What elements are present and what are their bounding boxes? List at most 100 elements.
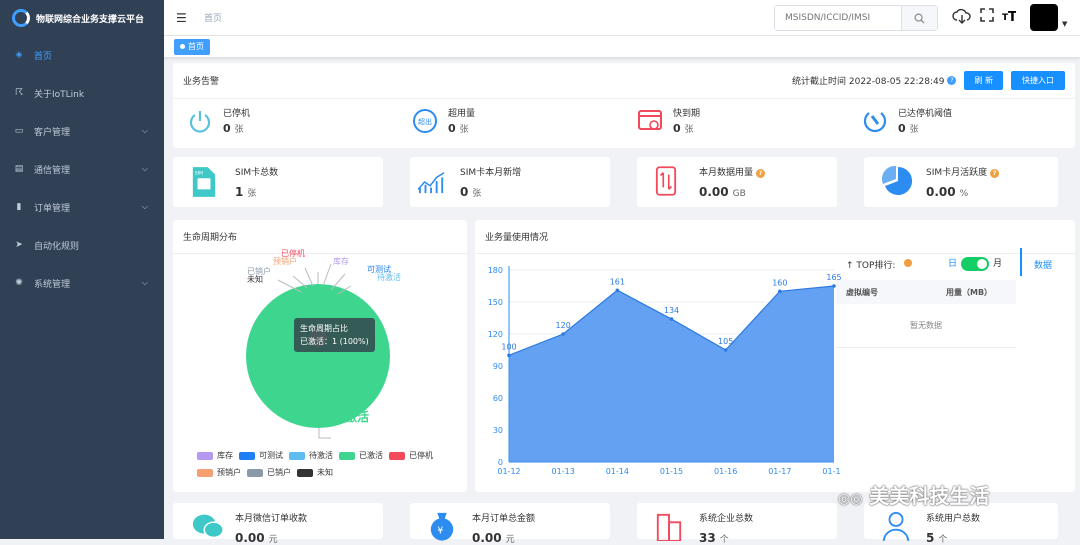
- alert-stat-3[interactable]: 已达停机阈值 0 张: [852, 100, 1071, 142]
- tags-view: 首页: [164, 36, 1080, 58]
- col-usage-mb: 用量（MB）: [946, 287, 993, 297]
- day-month-toggle[interactable]: [961, 256, 990, 271]
- stat-value: 1张: [235, 185, 257, 199]
- stat-label: 快到期: [673, 109, 701, 119]
- data-point[interactable]: [615, 288, 620, 293]
- sim-stat-2[interactable]: 本月数据用量? 0.00 GB: [637, 157, 837, 207]
- legend-item-2[interactable]: 待激活: [289, 450, 333, 461]
- stat-label: 已停机: [223, 109, 251, 119]
- x-tick-label: 01-16: [714, 467, 737, 476]
- sidebar-item-6[interactable]: ✺ 系统管理 ⌵: [0, 264, 164, 302]
- x-tick-label: 01-15: [660, 467, 683, 476]
- data-point[interactable]: [507, 353, 511, 358]
- y-tick-label: 120: [488, 330, 503, 339]
- data-point[interactable]: [669, 317, 674, 321]
- hamburger-icon[interactable]: ☰: [176, 11, 188, 25]
- search-icon: [914, 13, 925, 24]
- data-usage-icon: [655, 165, 689, 199]
- y-tick-label: 180: [488, 266, 503, 275]
- legend-item-0[interactable]: 库存: [197, 450, 233, 461]
- alert-title: 业务告警: [183, 77, 220, 87]
- alert-stat-2[interactable]: 快到期 0 张: [627, 100, 846, 142]
- cloud-download-icon[interactable]: [952, 8, 972, 24]
- legend-item-3[interactable]: 已激活: [339, 450, 383, 461]
- summary-stat-1[interactable]: ¥ 本月订单总金额 0.00 元: [410, 503, 610, 545]
- font-size-icon[interactable]: TT: [1002, 8, 1016, 22]
- legend-label: 未知: [317, 468, 333, 477]
- caret-down-icon[interactable]: ▼: [1062, 20, 1067, 28]
- lifecycle-card: 生命周期分布 已停机 预销户 库存 已销户 可测试 未知 待激活 生命周期占比 已激活：1 …: [173, 220, 467, 492]
- help-icon[interactable]: ?: [947, 76, 957, 85]
- tooltip-title: 生命周期占比: [300, 324, 348, 333]
- top-help-icon[interactable]: [904, 259, 912, 267]
- svg-text:SIM: SIM: [195, 171, 203, 177]
- stat-value: 0.00 元: [472, 531, 515, 545]
- summary-stat-0[interactable]: 本月微信订单收款 0.00 元: [173, 503, 383, 545]
- watermark-text: 美美科技生活: [869, 484, 990, 508]
- power-icon: [187, 108, 213, 134]
- search-button[interactable]: [901, 6, 937, 30]
- usage-title: 业务量使用情况: [475, 220, 1075, 254]
- stat-value: 5个: [926, 531, 948, 545]
- legend-swatch: [339, 451, 355, 460]
- sim-card-icon: SIM: [191, 165, 225, 199]
- sim-stat-1[interactable]: SIM卡本月新增 0 张: [410, 157, 610, 207]
- search-input[interactable]: [775, 6, 901, 30]
- tooltip-value: 已激活：1 (100%): [300, 337, 369, 346]
- gauge-icon: [862, 108, 888, 134]
- data-point[interactable]: [723, 348, 728, 352]
- stat-value: 0.00%: [926, 185, 969, 199]
- money-bag-icon: ¥: [428, 511, 462, 545]
- month-label[interactable]: 月: [993, 259, 1002, 269]
- sim-stat-3[interactable]: SIM卡月活跃度? 0.00%: [864, 157, 1058, 207]
- stat-value: 0张: [448, 122, 469, 135]
- summary-stat-2[interactable]: 系统企业总数 33 个: [637, 503, 837, 545]
- pie-slice-activated[interactable]: [246, 284, 390, 428]
- sidebar-item-1[interactable]: ☈ 关于IoTLink: [0, 74, 164, 112]
- top-table-header: 虚拟编号 用量（MB）: [836, 280, 1016, 304]
- day-label[interactable]: 日: [948, 259, 957, 269]
- legend-swatch: [239, 451, 255, 460]
- stat-label: 本月订单总金额: [472, 514, 536, 524]
- data-point[interactable]: [778, 289, 782, 294]
- help-icon[interactable]: ?: [990, 169, 1000, 178]
- sidebar-item-3[interactable]: ▤ 通信管理 ⌵: [0, 150, 164, 188]
- legend-item-7[interactable]: 未知: [297, 467, 333, 478]
- data-tab-indicator: [1020, 248, 1022, 276]
- dashboard-icon: ◈: [15, 50, 23, 60]
- data-label: 161: [610, 277, 625, 286]
- legend-item-1[interactable]: 可测试: [239, 450, 283, 461]
- legend-swatch: [297, 468, 313, 477]
- breadcrumb[interactable]: 首页: [204, 11, 222, 24]
- usage-area-chart: 030609012015018010012016113410516016501-…: [488, 266, 841, 476]
- avatar[interactable]: [1030, 4, 1058, 31]
- data-point[interactable]: [561, 332, 565, 336]
- alert-stat-1[interactable]: 超出 超用量 0 张: [402, 100, 621, 142]
- chevron-down-icon: ⌵: [141, 126, 148, 135]
- data-label: 120: [556, 321, 571, 330]
- sidebar: 物联网综合业务支撑云平台 ◈ 首页 ☈ 关于IoTLink ▭ 客户管理 ⌵ ▤ 通信管理 ⌵ ▮ 订…: [0, 0, 164, 539]
- svg-text:超出: 超出: [418, 117, 432, 126]
- fullscreen-icon[interactable]: [980, 8, 994, 22]
- sidebar-item-0[interactable]: ◈ 首页: [0, 36, 164, 74]
- stat-label: 超用量: [448, 109, 476, 119]
- book-icon: ▤: [14, 164, 24, 174]
- sidebar-item-2[interactable]: ▭ 客户管理 ⌵: [0, 112, 164, 150]
- sidebar-item-5[interactable]: ➤ 自动化规则: [0, 226, 164, 264]
- wechat-icon: ◎◎: [838, 491, 863, 507]
- app-title: 物联网综合业务支撑云平台: [36, 14, 145, 25]
- refresh-button[interactable]: 刷 新: [964, 71, 1003, 90]
- legend-label: 已销户: [267, 468, 291, 477]
- quick-entry-button[interactable]: 快捷入口: [1011, 71, 1065, 90]
- help-icon[interactable]: ?: [756, 169, 766, 178]
- sidebar-item-4[interactable]: ▮ 订单管理 ⌵: [0, 188, 164, 226]
- tag-home[interactable]: 首页: [174, 39, 210, 55]
- legend-item-6[interactable]: 已销户: [247, 467, 291, 478]
- legend-label: 可测试: [259, 451, 283, 460]
- legend-item-5[interactable]: 预销户: [197, 467, 241, 478]
- alert-stat-0[interactable]: 已停机 0 张: [177, 100, 396, 142]
- sim-stat-0[interactable]: SIM SIM卡总数 1 张: [173, 157, 383, 207]
- legend-item-4[interactable]: 已停机: [389, 450, 433, 461]
- tab-data[interactable]: 数据: [1034, 258, 1052, 271]
- pie-label-5: 未知: [247, 275, 263, 284]
